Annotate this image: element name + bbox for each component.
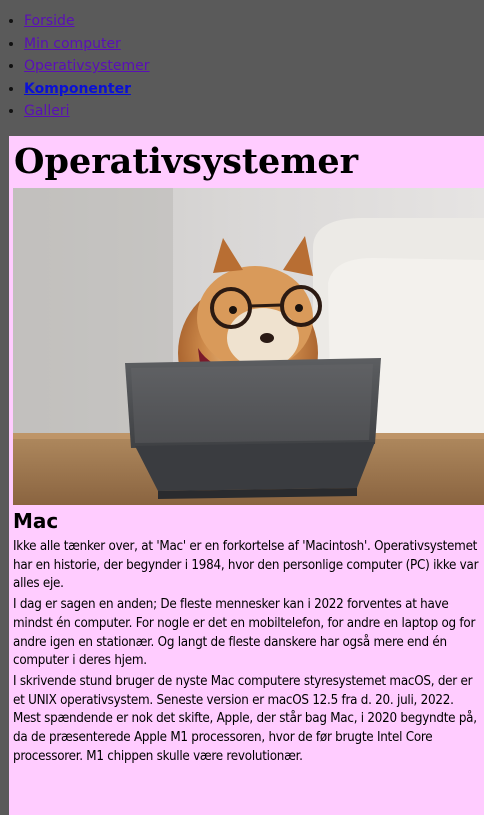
nav-item-forside: Forside <box>24 10 484 33</box>
paragraph: I skrivende stund bruger de nyste Mac co… <box>13 673 477 764</box>
nav-item-komponenter: Komponenter <box>24 78 484 101</box>
nav-link-forside[interactable]: Forside <box>24 13 75 29</box>
main-nav: Forside Min computer Operativsystemer Ko… <box>0 0 484 123</box>
paragraph: Ikke alle tænker over, at 'Mac' er en fo… <box>13 539 479 592</box>
paragraph: I dag er sagen en anden; De fleste menne… <box>13 597 476 669</box>
nav-link-komponenter[interactable]: Komponenter <box>24 81 131 97</box>
page-title: Operativsystemer <box>14 141 359 182</box>
nav-item-galleri: Galleri <box>24 100 484 123</box>
nav-link-min-computer[interactable]: Min computer <box>24 36 121 52</box>
nav-item-min-computer: Min computer <box>24 33 484 56</box>
nav-link-operativsystemer[interactable]: Operativsystemer <box>24 58 150 74</box>
section-heading-mac: Mac <box>13 509 59 533</box>
hero-image-dog-with-tablet <box>13 188 484 505</box>
body-text: Ikke alle tænker over, at 'Mac' er en fo… <box>13 538 482 768</box>
main-content: Operativsystemer Mac Ikke alle tænker ov… <box>9 136 484 815</box>
nav-link-galleri[interactable]: Galleri <box>24 103 69 119</box>
nav-item-operativsystemer: Operativsystemer <box>24 55 484 78</box>
